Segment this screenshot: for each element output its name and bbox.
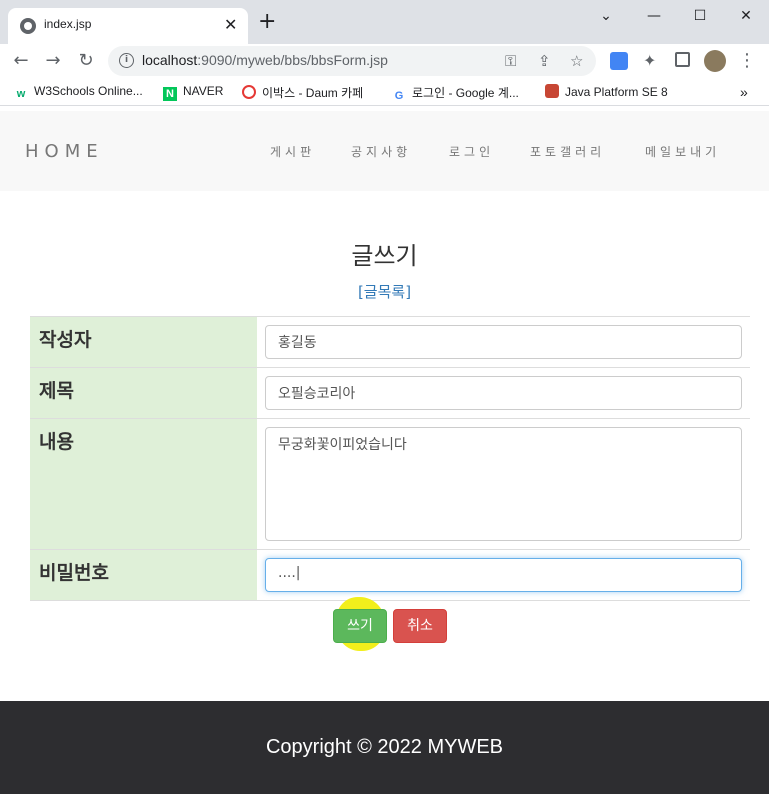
password-input[interactable]: ....| <box>265 558 742 592</box>
write-button[interactable]: 쓰기 <box>333 609 387 643</box>
share-icon[interactable]: ⇪ <box>538 52 551 70</box>
password-row: 비밀번호 ....| <box>30 549 750 601</box>
w3schools-icon: w <box>16 88 26 100</box>
site-info-icon[interactable]: i <box>119 53 134 68</box>
extensions-puzzle-icon[interactable]: ✦ <box>643 52 661 70</box>
tab-title: index.jsp <box>44 17 92 31</box>
list-link[interactable]: [글목록] <box>0 281 769 302</box>
write-form-table: 작성자 홍길동 제목 오필승코리아 내용 무궁화꽃이피었습니다 비밀번호 ...… <box>30 316 750 601</box>
browser-tabstrip: index.jsp ✕ + ⌄ — ☐ ✕ <box>0 0 769 44</box>
more-menu-icon[interactable]: ⋮ <box>734 48 760 74</box>
author-input[interactable]: 홍길동 <box>265 325 742 359</box>
brand-home-link[interactable]: HOME <box>25 141 104 162</box>
reload-icon[interactable]: ↻ <box>73 48 99 74</box>
bookmark-java-platform[interactable]: Java Platform SE 8 <box>545 84 668 99</box>
bookmark-star-icon[interactable]: ☆ <box>570 52 583 70</box>
nav-photo-gallery[interactable]: 포토갤러리 <box>530 143 605 160</box>
maximize-icon[interactable]: ☐ <box>690 6 710 26</box>
key-icon[interactable]: ⚿ <box>505 52 516 70</box>
cancel-button[interactable]: 취소 <box>393 609 447 643</box>
bookmark-daum-cafe[interactable]: 이박스 - Daum 카페 <box>242 84 363 101</box>
side-panel-icon[interactable] <box>675 52 690 67</box>
daum-cafe-icon <box>242 85 256 99</box>
globe-icon <box>20 18 36 34</box>
window-close-icon[interactable]: ✕ <box>736 6 756 26</box>
subject-row: 제목 오필승코리아 <box>30 367 750 419</box>
new-tab-icon[interactable]: + <box>258 11 276 33</box>
browser-tab[interactable]: index.jsp ✕ <box>8 8 248 44</box>
bookmark-naver[interactable]: N NAVER <box>163 84 223 101</box>
translate-extension-icon[interactable] <box>610 52 628 70</box>
browser-toolbar: ← → ↻ i localhost:9090/myweb/bbs/bbsForm… <box>0 44 769 78</box>
site-footer: Copyright © 2022 MYWEB <box>0 701 769 794</box>
content-row: 내용 무궁화꽃이피었습니다 <box>30 418 750 550</box>
bookmark-w3schools[interactable]: w W3Schools Online... <box>14 84 143 101</box>
copyright-text: Copyright © 2022 MYWEB <box>265 736 504 758</box>
nav-login[interactable]: 로그인 <box>449 143 494 160</box>
address-bar[interactable]: i localhost:9090/myweb/bbs/bbsForm.jsp ⚿… <box>108 46 596 76</box>
content-textarea[interactable]: 무궁화꽃이피었습니다 <box>265 427 742 541</box>
page-title: 글쓰기 <box>351 242 418 270</box>
nav-send-mail[interactable]: 메일보내기 <box>645 143 720 160</box>
site-navbar: HOME 게시판 공지사항 로그인 포토갤러리 메일보내기 <box>0 111 769 191</box>
more-bookmarks-icon[interactable]: » <box>740 84 748 100</box>
oracle-icon <box>545 84 559 98</box>
naver-icon: N <box>163 87 177 101</box>
subject-input[interactable]: 오필승코리아 <box>265 376 742 410</box>
subject-label: 제목 <box>30 367 257 419</box>
forward-icon[interactable]: → <box>40 48 66 74</box>
bookmark-google-login[interactable]: G 로그인 - Google 계... <box>392 84 519 103</box>
profile-avatar[interactable] <box>704 50 726 72</box>
author-label: 작성자 <box>30 316 257 368</box>
password-label: 비밀번호 <box>30 549 257 601</box>
content-label: 내용 <box>30 418 257 550</box>
minimize-icon[interactable]: — <box>644 6 664 26</box>
back-icon[interactable]: ← <box>8 48 34 74</box>
author-row: 작성자 홍길동 <box>30 316 750 368</box>
google-icon: G <box>394 90 404 102</box>
bookmarks-bar: w W3Schools Online... N NAVER 이박스 - Daum 카… <box>0 78 769 106</box>
chevron-down-icon[interactable]: ⌄ <box>596 6 616 26</box>
nav-notice[interactable]: 공지사항 <box>351 143 411 160</box>
close-tab-icon[interactable]: ✕ <box>224 15 237 35</box>
nav-board[interactable]: 게시판 <box>270 143 315 160</box>
url-text[interactable]: localhost:9090/myweb/bbs/bbsForm.jsp <box>142 52 388 68</box>
